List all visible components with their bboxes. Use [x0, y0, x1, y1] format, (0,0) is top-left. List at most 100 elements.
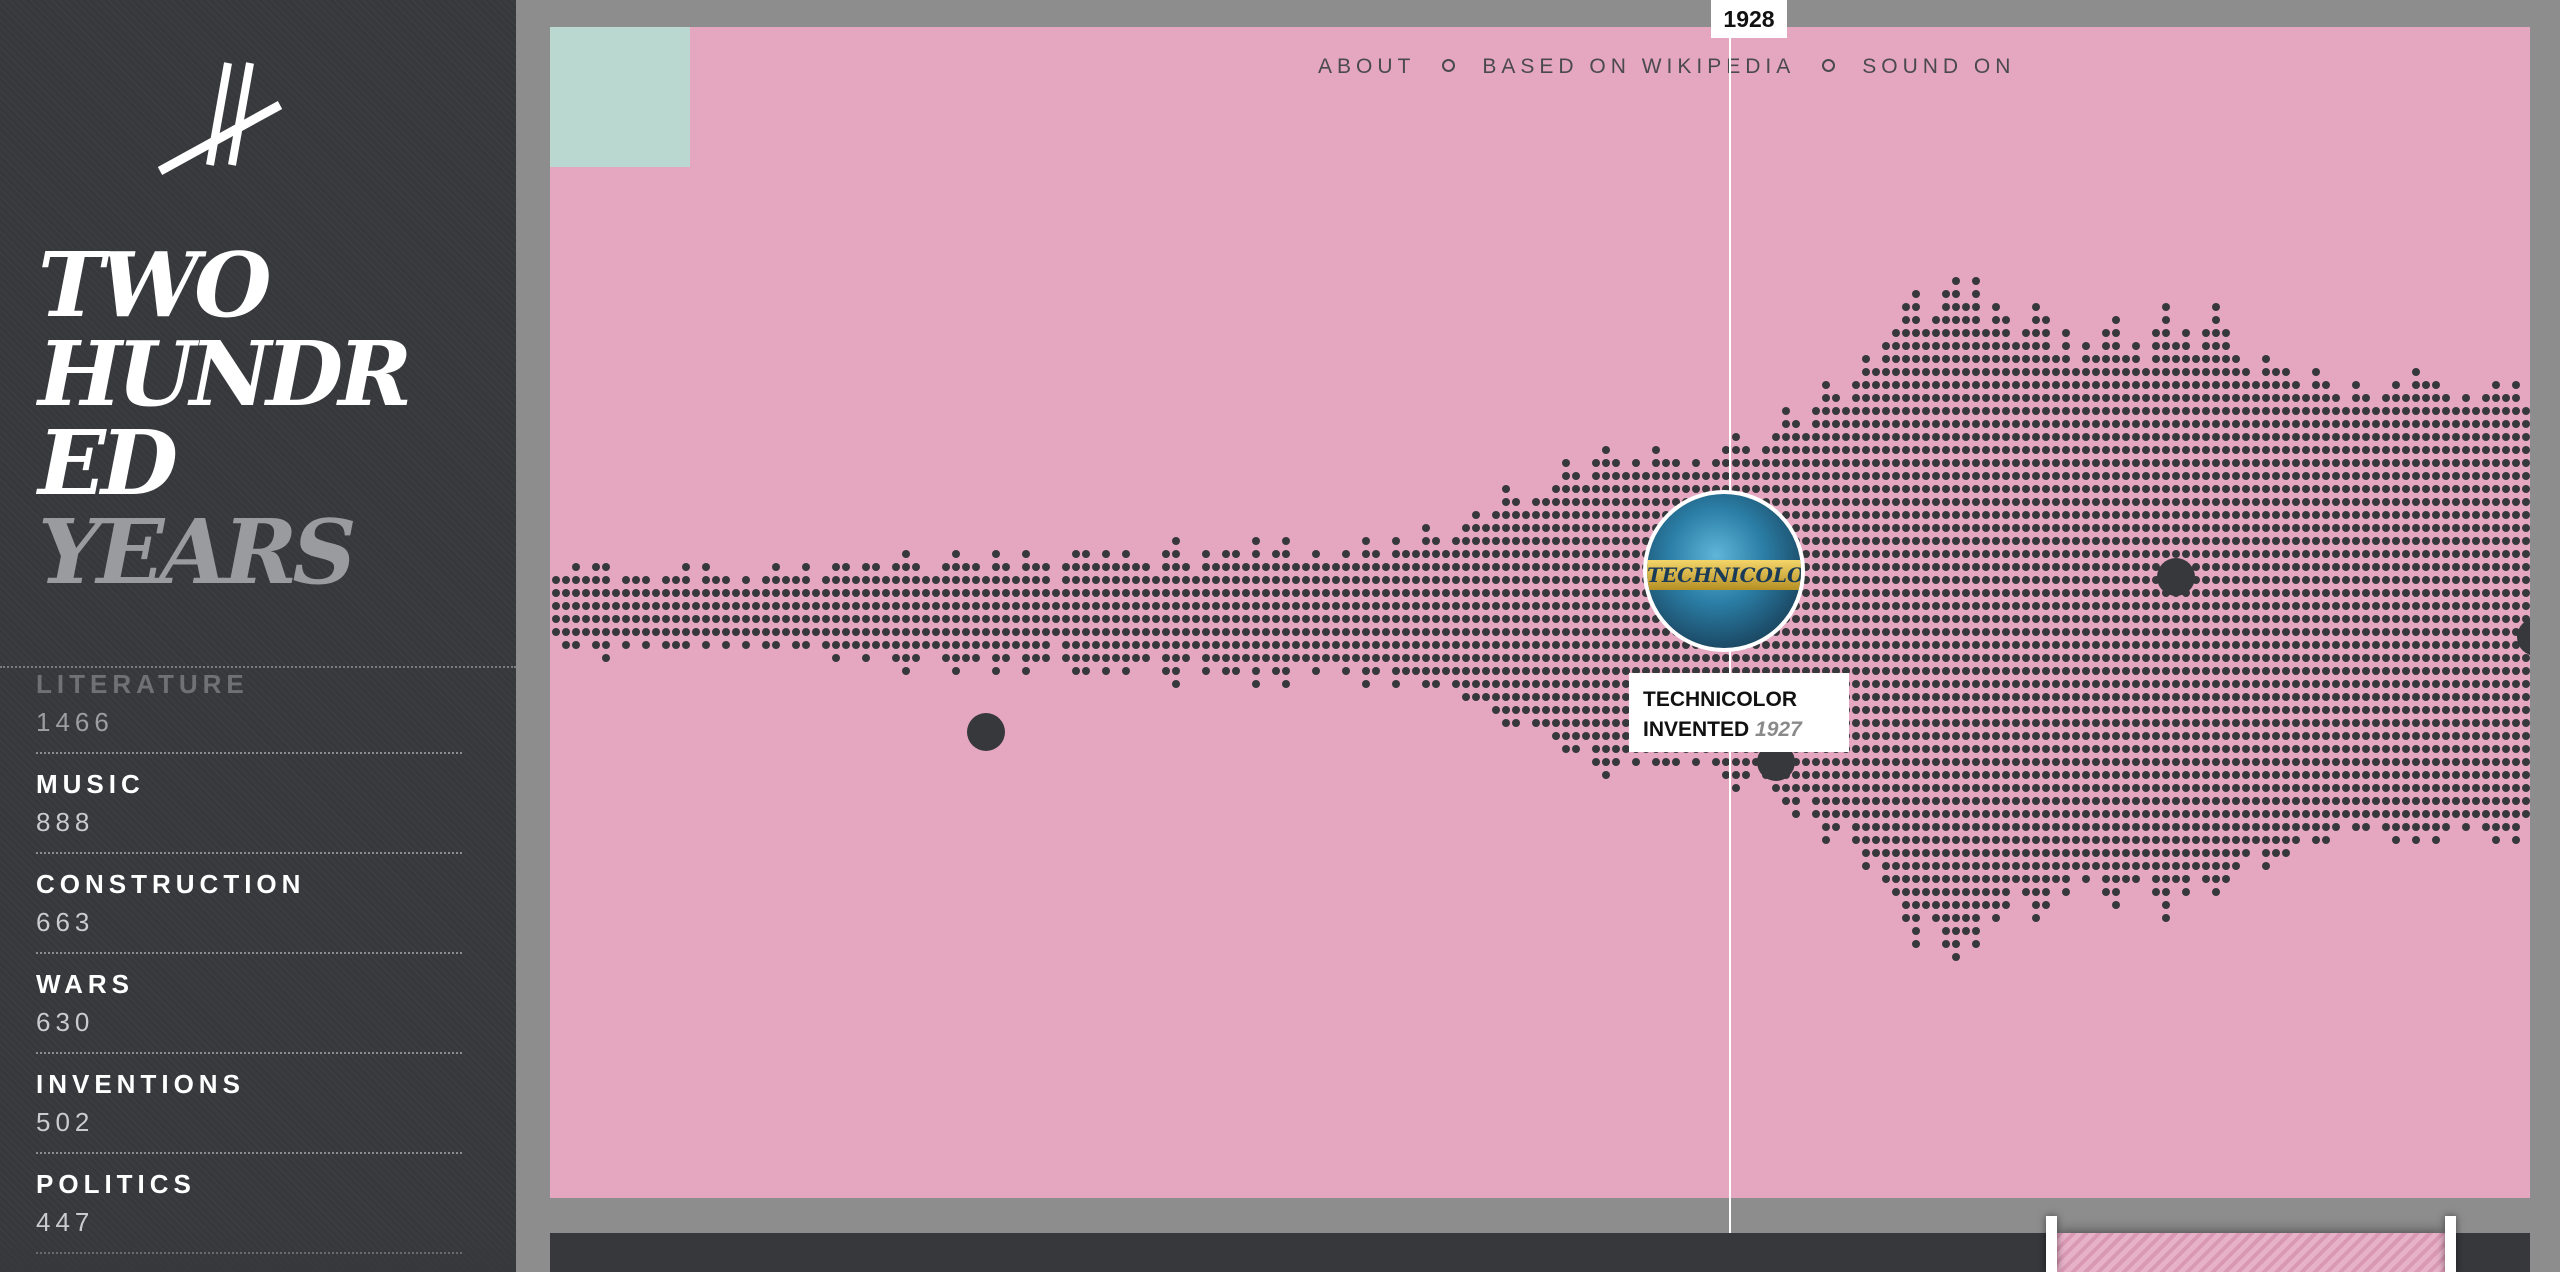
year-column — [2302, 394, 2310, 831]
event-dot — [1592, 732, 1600, 740]
event-dot — [2442, 524, 2450, 532]
event-dot — [2082, 485, 2090, 493]
event-dot — [2162, 420, 2170, 428]
category-item-politics[interactable]: POLITICS 447 — [36, 1153, 462, 1254]
event-dot — [2312, 498, 2320, 506]
event-dot — [872, 641, 880, 649]
category-item-inventions[interactable]: INVENTIONS 502 — [36, 1053, 462, 1154]
event-dot — [1892, 862, 1900, 870]
event-dot — [1862, 680, 1870, 688]
event-dot — [872, 615, 880, 623]
event-dot — [842, 602, 850, 610]
event-caption[interactable]: TECHNICOLOR INVENTED 1927 — [1629, 673, 1849, 752]
featured-event-dot[interactable] — [967, 713, 1005, 751]
event-dot — [2092, 784, 2100, 792]
category-item-construction[interactable]: CONSTRUCTION 663 — [36, 853, 462, 954]
event-dot — [2472, 498, 2480, 506]
year-column — [682, 563, 690, 649]
dot-waveform-chart[interactable] — [550, 27, 2530, 1198]
event-dot — [2332, 680, 2340, 688]
category-item-wars[interactable]: WARS 630 — [36, 953, 462, 1054]
timeline-handle-left[interactable] — [2046, 1216, 2057, 1272]
event-dot — [2442, 823, 2450, 831]
event-dot — [2042, 576, 2050, 584]
event-dot — [2162, 888, 2170, 896]
event-dot — [1972, 693, 1980, 701]
event-dot — [1212, 641, 1220, 649]
event-dot — [1952, 381, 1960, 389]
event-dot — [2032, 355, 2040, 363]
event-dot — [2102, 498, 2110, 506]
event-dot — [1882, 667, 1890, 675]
event-dot — [692, 602, 700, 610]
event-dot — [1912, 342, 1920, 350]
event-dot — [1952, 550, 1960, 558]
event-dot — [2112, 485, 2120, 493]
featured-event-dot[interactable] — [2157, 558, 2195, 596]
timeline-scrubber[interactable] — [550, 1216, 2530, 1272]
event-dot — [2282, 654, 2290, 662]
event-dot — [1162, 563, 1170, 571]
event-dot — [1902, 420, 1910, 428]
event-dot — [1362, 537, 1370, 545]
event-dot — [1942, 342, 1950, 350]
event-dot — [2092, 641, 2100, 649]
event-dot — [1482, 576, 1490, 584]
event-dot — [1682, 654, 1690, 662]
event-dot — [2512, 537, 2520, 545]
app-logo[interactable] — [150, 55, 290, 185]
year-column — [1972, 277, 1980, 948]
event-dot — [862, 602, 870, 610]
event-dot — [2262, 797, 2270, 805]
event-dot — [2102, 888, 2110, 896]
event-dot — [1082, 628, 1090, 636]
event-dot — [2492, 771, 2500, 779]
timeline-handle-right[interactable] — [2445, 1216, 2456, 1272]
event-dot — [2502, 823, 2510, 831]
event-dot — [1902, 797, 1910, 805]
event-dot — [1212, 654, 1220, 662]
event-dot — [2412, 680, 2420, 688]
event-dot — [1572, 589, 1580, 597]
event-dot — [2032, 472, 2040, 480]
event-dot — [2502, 810, 2510, 818]
event-dot — [2142, 589, 2150, 597]
year-column — [842, 563, 850, 649]
nav-about-link[interactable]: ABOUT — [1318, 55, 1415, 78]
year-column — [1612, 459, 1620, 766]
event-thumbnail[interactable]: TECHNICOLOR — [1643, 490, 1805, 652]
nav-wikipedia-link[interactable]: BASED ON WIKIPEDIA — [1482, 55, 1795, 78]
category-count: 663 — [36, 907, 95, 937]
event-dot — [2002, 368, 2010, 376]
event-dot — [1562, 511, 1570, 519]
category-item-music[interactable]: MUSIC 888 — [36, 753, 462, 854]
featured-event-dot[interactable] — [2517, 618, 2530, 656]
event-dot — [2512, 732, 2520, 740]
event-dot — [1872, 602, 1880, 610]
nav-sound-toggle[interactable]: SOUND ON — [1862, 55, 2015, 78]
event-dot — [1282, 563, 1290, 571]
year-column — [1852, 381, 1860, 844]
event-dot — [2462, 485, 2470, 493]
event-dot — [1392, 550, 1400, 558]
event-dot — [1972, 823, 1980, 831]
event-dot — [2282, 589, 2290, 597]
event-dot — [1892, 810, 1900, 818]
event-dot — [2442, 498, 2450, 506]
event-dot — [1132, 589, 1140, 597]
event-dot — [2242, 732, 2250, 740]
event-dot — [932, 602, 940, 610]
event-dot — [662, 628, 670, 636]
event-dot — [2102, 745, 2110, 753]
event-dot — [2042, 446, 2050, 454]
event-dot — [2412, 511, 2420, 519]
event-dot — [2482, 576, 2490, 584]
category-name: MUSIC — [36, 769, 145, 799]
category-item-literature[interactable]: LITERATURE 1466 — [36, 668, 462, 754]
event-dot — [2272, 381, 2280, 389]
timeline-window[interactable] — [2046, 1216, 2456, 1272]
event-dot — [1342, 654, 1350, 662]
event-dot — [2522, 654, 2530, 662]
event-dot — [2412, 524, 2420, 532]
event-dot — [2172, 667, 2180, 675]
